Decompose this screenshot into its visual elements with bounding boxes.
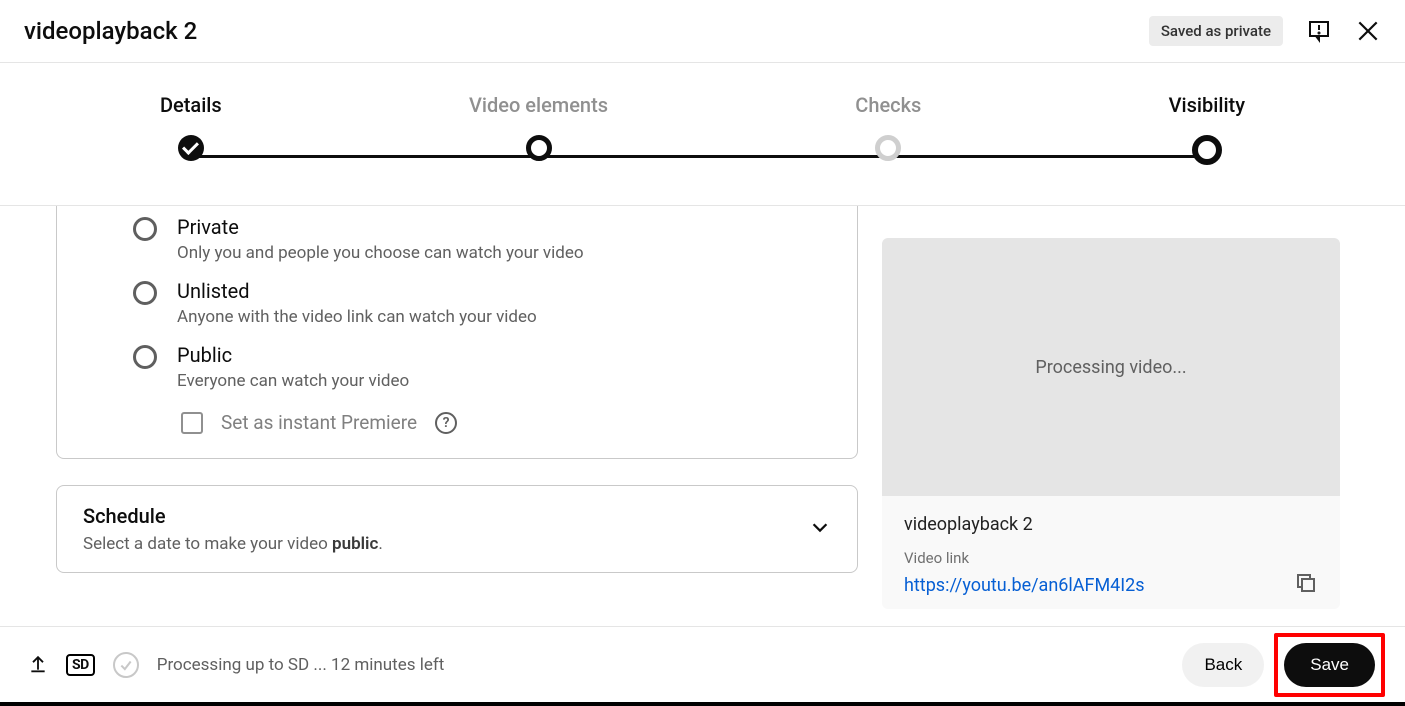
check-icon — [178, 135, 204, 161]
visibility-option-private[interactable]: Private Only you and people you choose c… — [57, 206, 857, 269]
help-icon[interactable]: ? — [435, 412, 457, 434]
preview-video-title: videoplayback 2 — [904, 514, 1318, 535]
step-details[interactable]: Details — [160, 93, 222, 165]
chevron-down-icon — [809, 516, 831, 542]
video-link-label: Video link — [904, 549, 1318, 567]
main-content: Private Only you and people you choose c… — [0, 206, 1405, 638]
step-label: Details — [160, 93, 222, 117]
dialog-header: videoplayback 2 Saved as private — [0, 0, 1405, 63]
step-dot-icon — [875, 135, 901, 161]
visibility-option-public[interactable]: Public Everyone can watch your video — [57, 333, 857, 397]
premiere-checkbox[interactable] — [181, 412, 203, 434]
option-desc: Everyone can watch your video — [177, 371, 409, 391]
step-label: Video elements — [469, 93, 608, 117]
feedback-icon[interactable] — [1307, 19, 1331, 43]
save-button[interactable]: Save — [1284, 643, 1375, 687]
step-label: Checks — [855, 93, 921, 117]
radio-icon — [133, 217, 157, 241]
option-desc: Only you and people you choose can watch… — [177, 243, 584, 263]
header-actions: Saved as private — [1149, 16, 1381, 46]
sd-badge: SD — [66, 654, 95, 676]
option-desc: Anyone with the video link can watch you… — [177, 307, 537, 327]
step-checks[interactable]: Checks — [855, 93, 921, 165]
step-dot-icon — [526, 135, 552, 161]
checks-status-icon — [113, 652, 139, 678]
dialog-title: videoplayback 2 — [24, 17, 197, 45]
footer-actions: Back Save — [1182, 633, 1385, 697]
visibility-options: Private Only you and people you choose c… — [56, 206, 858, 459]
dialog-footer: SD Processing up to SD ... 12 minutes le… — [0, 626, 1405, 706]
step-visibility[interactable]: Visibility — [1169, 93, 1245, 165]
premiere-row: Set as instant Premiere ? — [57, 397, 857, 434]
radio-icon — [133, 281, 157, 305]
option-title: Unlisted — [177, 279, 537, 303]
premiere-label: Set as instant Premiere — [221, 411, 417, 434]
upload-icon — [28, 653, 48, 677]
close-icon[interactable] — [1355, 18, 1381, 44]
back-button[interactable]: Back — [1182, 643, 1264, 687]
schedule-title: Schedule — [83, 504, 383, 528]
preview-panel: Processing video... videoplayback 2 Vide… — [882, 206, 1357, 638]
save-status-badge: Saved as private — [1149, 16, 1283, 46]
processing-status: Processing up to SD ... 12 minutes left — [157, 655, 445, 675]
processing-text: Processing video... — [1035, 357, 1186, 378]
copy-icon[interactable] — [1294, 571, 1318, 599]
footer-status: SD Processing up to SD ... 12 minutes le… — [28, 652, 444, 678]
radio-icon — [133, 345, 157, 369]
visibility-option-unlisted[interactable]: Unlisted Anyone with the video link can … — [57, 269, 857, 333]
schedule-section[interactable]: Schedule Select a date to make your vide… — [56, 485, 858, 573]
upload-stepper: Details Video elements Checks Visibility — [0, 63, 1405, 206]
video-thumbnail: Processing video... — [882, 238, 1340, 496]
schedule-desc: Select a date to make your video public. — [83, 534, 383, 554]
annotation-highlight: Save — [1274, 633, 1385, 697]
preview-card: Processing video... videoplayback 2 Vide… — [882, 238, 1340, 609]
option-title: Public — [177, 343, 409, 367]
visibility-panel: Private Only you and people you choose c… — [56, 206, 858, 638]
step-video-elements[interactable]: Video elements — [469, 93, 608, 165]
video-link[interactable]: https://youtu.be/an6lAFM4I2s — [904, 575, 1145, 596]
step-dot-active-icon — [1192, 135, 1222, 165]
option-title: Private — [177, 215, 584, 239]
step-label: Visibility — [1169, 93, 1245, 117]
